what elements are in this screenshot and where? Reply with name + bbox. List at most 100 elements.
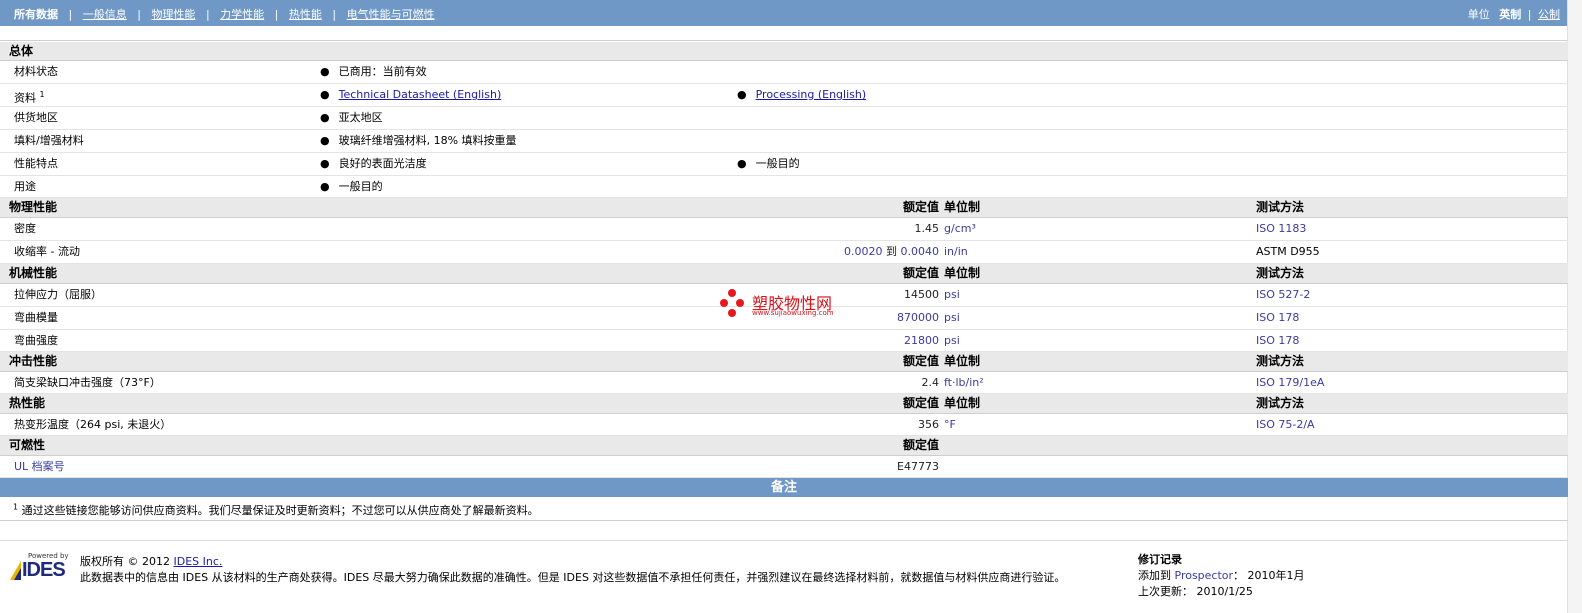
- range-max: 0.0040: [900, 245, 940, 258]
- bullet-icon: ●: [320, 65, 330, 78]
- value-text: 一般目的: [338, 180, 383, 193]
- col-header-method: 测试方法: [1256, 396, 1305, 410]
- footnote-marker: 1: [39, 90, 45, 99]
- section-header-mechanical: 机械性能 额定值 单位制 测试方法: [0, 264, 1568, 284]
- general-row-documents: 资料 1 ● Technical Datasheet (English) ● Pro…: [0, 84, 1568, 107]
- property-unit: g/cm³: [944, 222, 976, 235]
- row-label: 用途: [14, 180, 36, 193]
- general-row-status: 材料状态 ● 已商用：当前有效: [0, 61, 1568, 84]
- value-text: 一般目的: [755, 157, 800, 170]
- col-header-method: 测试方法: [1256, 200, 1305, 214]
- nav-electrical-flammability[interactable]: 电气性能与可燃性: [347, 6, 435, 22]
- units-metric[interactable]: 公制: [1538, 8, 1560, 21]
- table-row: 密度 1.45 g/cm³ ISO 1183: [0, 218, 1568, 241]
- bullet-icon: ●: [737, 88, 747, 101]
- divider: [0, 40, 1568, 41]
- range-join: 到: [886, 245, 897, 258]
- general-row-uses: 用途 ● 一般目的: [0, 176, 1568, 198]
- added-label: 添加到: [1138, 569, 1171, 582]
- ides-link[interactable]: IDES Inc.: [174, 555, 223, 568]
- bullet-icon: ●: [320, 180, 330, 193]
- section-title: 机械性能: [9, 266, 58, 280]
- property-value: 1.45: [914, 222, 940, 235]
- unit-selector: 单位 英制 | 公制: [1468, 6, 1560, 22]
- bullet-icon: ●: [320, 111, 330, 124]
- general-row-features: 性能特点 ● 良好的表面光洁度 ● 一般目的: [0, 153, 1568, 176]
- nav-physical[interactable]: 物理性能: [151, 6, 195, 22]
- top-nav-bar: 所有数据 | 一般信息 | 物理性能 | 力学性能 | 热性能 | 电气性能与可…: [0, 0, 1568, 26]
- row-label: 资料 1: [14, 84, 45, 110]
- col-header-method: 测试方法: [1256, 266, 1305, 280]
- test-method: ISO 75-2/A: [1256, 418, 1315, 431]
- technical-datasheet-link[interactable]: Technical Datasheet (English): [339, 88, 502, 101]
- units-label: 单位: [1467, 8, 1490, 21]
- property-label: 拉伸应力（屈服）: [14, 288, 102, 301]
- property-label: 热变形温度（264 psi, 未退火）: [14, 418, 172, 431]
- property-value: 356: [918, 418, 939, 431]
- property-unit: psi: [944, 311, 960, 324]
- revision-updated: 上次更新： 2010/1/25: [1138, 584, 1305, 600]
- test-method: ISO 178: [1256, 311, 1300, 324]
- table-row: 弯曲强度 21800 psi ISO 178: [0, 330, 1568, 352]
- section-title: 冲击性能: [9, 354, 58, 368]
- value-text: 已商用：当前有效: [338, 65, 427, 78]
- row-value: ● 玻璃纤维增强材料, 18% 填料按重量: [320, 130, 517, 152]
- value-text: 良好的表面光洁度: [338, 157, 427, 170]
- property-label: 收缩率 - 流动: [14, 245, 80, 258]
- revision-added: 添加到 Prospector： 2010年1月: [1138, 568, 1305, 584]
- disclaimer: 此数据表中的信息由 IDES 从该材料的生产商处获得。IDES 尽最大努力确保此…: [80, 571, 1066, 584]
- range-min: 0.0020: [844, 245, 883, 258]
- property-value: 2.4: [921, 376, 940, 389]
- updated-value: 2010/1/25: [1196, 585, 1253, 598]
- property-unit: in/in: [944, 245, 968, 258]
- nav-mechanical[interactable]: 力学性能: [220, 6, 264, 22]
- general-row-filler: 填料/增强材料 ● 玻璃纤维增强材料, 18% 填料按重量: [0, 130, 1568, 153]
- nav-separator: |: [332, 8, 337, 21]
- property-value: 870000: [897, 311, 939, 324]
- updated-label: 上次更新：: [1138, 585, 1193, 598]
- section-header-impact: 冲击性能 额定值 单位制 测试方法: [0, 352, 1568, 372]
- property-unit: °F: [944, 418, 956, 431]
- nav-all-data[interactable]: 所有数据: [14, 6, 58, 22]
- vertical-scrollbar[interactable]: [1567, 0, 1582, 613]
- section-header-general: 总体: [0, 42, 1568, 61]
- notes-header: 备注: [0, 478, 1568, 497]
- value-text: 亚太地区: [338, 111, 383, 124]
- nav-separator: |: [205, 8, 210, 21]
- test-method: ISO 1183: [1256, 222, 1307, 235]
- col-header-unit: 单位制: [944, 354, 981, 368]
- ides-logo[interactable]: Powered by IDES: [8, 552, 72, 581]
- row-value: ● 良好的表面光洁度: [320, 153, 427, 175]
- bullet-icon: ●: [320, 88, 330, 101]
- copyright: 版权所有 © 2012 IDES Inc.: [80, 553, 222, 569]
- revision-title: 修订记录: [1138, 553, 1182, 566]
- test-method: ISO 527-2: [1256, 288, 1311, 301]
- nav-thermal[interactable]: 热性能: [289, 6, 322, 22]
- nav-general-info[interactable]: 一般信息: [83, 6, 127, 22]
- units-separator: |: [1527, 8, 1532, 21]
- added-sep: ：: [1233, 569, 1245, 582]
- section-title: 热性能: [9, 396, 46, 410]
- property-label: 弯曲模量: [14, 311, 58, 324]
- col-header-unit: 单位制: [944, 396, 981, 410]
- property-label: 密度: [14, 222, 36, 235]
- value-text: 玻璃纤维增强材料, 18% 填料按重量: [338, 134, 517, 147]
- processing-link[interactable]: Processing (English): [756, 88, 867, 101]
- col-header-unit: 单位制: [944, 200, 981, 214]
- watermark: 塑胶物性网 www.sujiaowuxing.com: [720, 289, 870, 323]
- bullet-icon: ●: [737, 157, 747, 170]
- property-value-range: 0.0020 到 0.0040: [844, 241, 939, 263]
- section-header-physical: 物理性能 额定值 单位制 测试方法: [0, 198, 1568, 218]
- revision-history: 修订记录 添加到 Prospector： 2010年1月 上次更新： 2010/…: [1138, 552, 1305, 600]
- units-english[interactable]: 英制: [1499, 8, 1521, 21]
- nav-separator: |: [137, 8, 141, 21]
- table-row: 收缩率 - 流动 0.0020 到 0.0040 in/in ASTM D955: [0, 241, 1568, 264]
- row-label: 填料/增强材料: [14, 134, 84, 147]
- table-row: 简支梁缺口冲击强度（73°F） 2.4 ft·lb/in² ISO 179/1e…: [0, 372, 1568, 394]
- property-value: 21800: [904, 334, 939, 347]
- note-text: 1 通过这些链接您能够访问供应商资料。我们尽量保证及时更新资料；不过您可以从供应…: [13, 502, 539, 518]
- nav-separator: |: [68, 8, 73, 21]
- row-value-2: ● 一般目的: [737, 153, 800, 175]
- section-title: 总体: [9, 44, 34, 58]
- table-row: UL 档案号 E47773: [0, 456, 1568, 478]
